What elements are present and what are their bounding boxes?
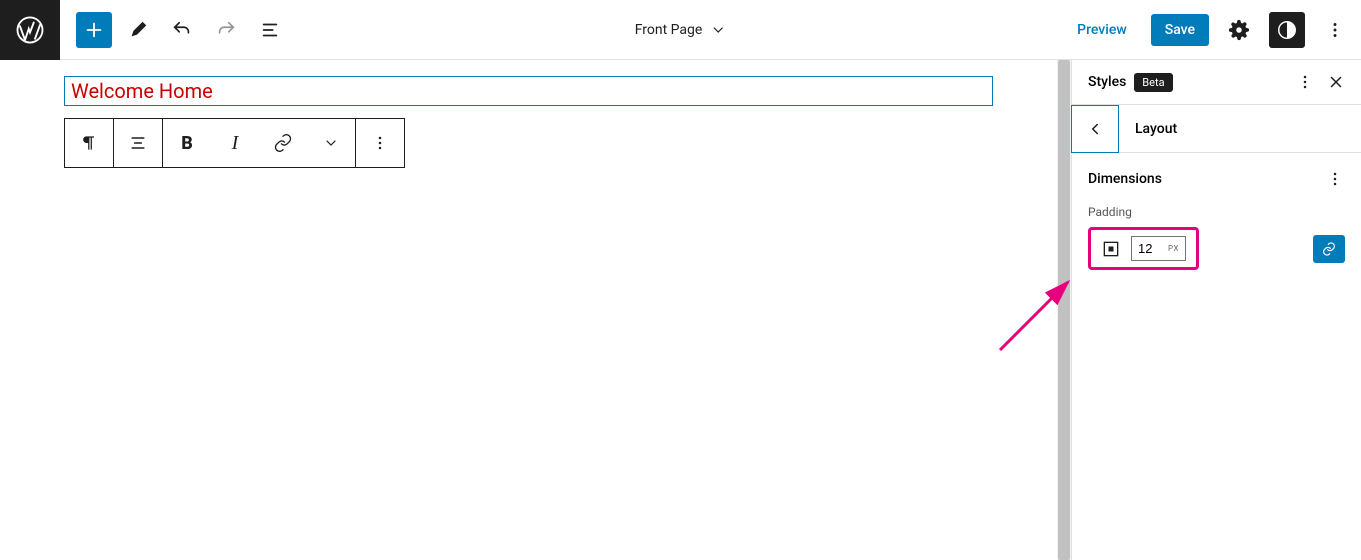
- save-button[interactable]: Save: [1151, 14, 1209, 46]
- styles-panel-title: Styles: [1088, 74, 1126, 90]
- chevron-down-icon: [323, 135, 339, 151]
- nav-section-label: Layout: [1119, 121, 1177, 137]
- close-sidebar-button[interactable]: [1327, 73, 1345, 91]
- list-view-button[interactable]: [252, 12, 288, 48]
- gear-icon: [1228, 19, 1250, 41]
- dots-vertical-icon: [1325, 169, 1345, 189]
- link-icon: [273, 133, 293, 153]
- padding-label: Padding: [1088, 205, 1345, 219]
- link-icon: [1321, 241, 1337, 257]
- styles-sidebar: Styles Beta Layout Dimensions Padding: [1071, 60, 1361, 560]
- add-block-button[interactable]: [76, 12, 112, 48]
- padding-sides-button[interactable]: [1101, 239, 1121, 259]
- dots-vertical-icon: [1324, 19, 1346, 41]
- canvas-scrollbar[interactable]: [1057, 60, 1071, 560]
- dots-vertical-icon: [370, 133, 390, 153]
- redo-button[interactable]: [208, 12, 244, 48]
- top-toolbar: Front Page Preview Save: [0, 0, 1361, 60]
- settings-button[interactable]: [1221, 12, 1257, 48]
- dimensions-options-button[interactable]: [1325, 169, 1345, 189]
- scrollbar-thumb[interactable]: [1058, 60, 1070, 560]
- dots-vertical-icon: [1295, 72, 1315, 92]
- box-model-icon: [1101, 239, 1121, 259]
- padding-link-button[interactable]: [1313, 235, 1345, 263]
- block-toolbar: B I: [64, 118, 405, 168]
- contrast-icon: [1276, 19, 1298, 41]
- beta-badge: Beta: [1134, 73, 1172, 92]
- bold-button[interactable]: B: [163, 119, 211, 167]
- block-type-button[interactable]: [65, 119, 113, 167]
- italic-button[interactable]: I: [211, 119, 259, 167]
- close-icon: [1327, 73, 1345, 91]
- padding-control-highlight: PX: [1088, 227, 1199, 270]
- document-title: Front Page: [635, 22, 703, 38]
- more-format-button[interactable]: [307, 119, 355, 167]
- nav-back-button[interactable]: [1071, 105, 1119, 153]
- site-title-block[interactable]: Welcome Home: [64, 76, 993, 106]
- align-button[interactable]: [114, 119, 162, 167]
- styles-more-button[interactable]: [1295, 72, 1315, 92]
- chevron-left-icon: [1086, 120, 1104, 138]
- link-button[interactable]: [259, 119, 307, 167]
- editor-canvas[interactable]: Welcome Home B I: [0, 60, 1057, 560]
- undo-button[interactable]: [164, 12, 200, 48]
- edit-mode-icon[interactable]: [120, 12, 156, 48]
- chevron-down-icon: [710, 22, 726, 38]
- padding-value-input[interactable]: [1138, 241, 1164, 256]
- styles-toggle-button[interactable]: [1269, 12, 1305, 48]
- more-menu-button[interactable]: [1317, 12, 1353, 48]
- padding-input-wrapper: PX: [1131, 236, 1186, 261]
- pilcrow-icon: [79, 133, 99, 153]
- align-icon: [128, 133, 148, 153]
- dimensions-heading: Dimensions: [1088, 171, 1162, 187]
- document-title-dropdown[interactable]: Front Page: [635, 22, 727, 38]
- block-more-button[interactable]: [356, 119, 404, 167]
- preview-button[interactable]: Preview: [1065, 14, 1139, 46]
- wordpress-logo-icon[interactable]: [0, 0, 60, 60]
- padding-unit-label[interactable]: PX: [1168, 244, 1179, 253]
